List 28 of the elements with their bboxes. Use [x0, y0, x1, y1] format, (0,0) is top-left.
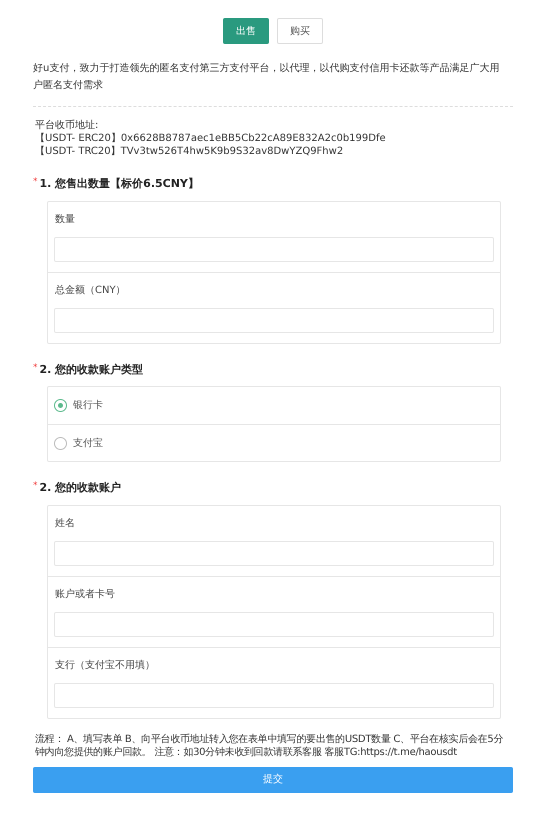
intro-text: 好u支付，致力于打造领先的匿名支付第三方支付平台，以代理，以代购支付信用卡还款等产品满足广大用户匿名支付需求 [33, 62, 500, 93]
radio-label: 银行卡 [73, 398, 103, 413]
required-mark: * [33, 362, 38, 374]
input-field[interactable] [54, 612, 494, 636]
tab[interactable]: 出售 [223, 18, 269, 44]
tab[interactable]: 购买 [277, 18, 323, 44]
radio-button[interactable] [54, 436, 67, 450]
address-title: 平台收币地址: [35, 119, 100, 132]
submit-button[interactable]: 提交 [33, 766, 513, 792]
required-mark: * [33, 176, 38, 189]
radio-label: 支付宝 [73, 436, 103, 450]
field-label: 姓名 [55, 516, 76, 530]
wallet-address: 【USDT- TRC20】TVv3tw526T4hw5K9b9S32av8DwYZQ9Fhw2 [35, 145, 344, 158]
field-label: 支行（支付宝不用填） [55, 658, 156, 672]
section-title: 2. 您的收款账户类型 [40, 362, 144, 378]
input-field[interactable] [54, 236, 494, 262]
input-field[interactable] [54, 682, 494, 708]
process-notice: 流程： A、填写表单 B、向平台收币地址转入您在表单中填写的要出售的USDT数量 C、平台在核实后会在5分钟内向您提供的账户回款。 注意：如30分钟未收到回款请联系客服 客服TG:https://t.me/haousdt [34, 732, 504, 758]
required-mark: * [33, 480, 38, 493]
section-title: 2. 您的收款账户 [40, 480, 122, 496]
field-label: 数量 [55, 212, 76, 226]
field-label: 总金额（CNY） [55, 284, 127, 298]
section-title: 1. 您售出数量【标价6.5CNY】 [40, 176, 199, 192]
input-field[interactable] [54, 308, 494, 332]
radio-button[interactable] [54, 399, 67, 412]
wallet-address: 【USDT- ERC20】0x6628B8787aec1eBB5Cb22cA89E832A2c0b199Dfe [35, 132, 387, 145]
input-field[interactable] [54, 540, 494, 566]
field-label: 账户或者卡号 [55, 588, 116, 602]
